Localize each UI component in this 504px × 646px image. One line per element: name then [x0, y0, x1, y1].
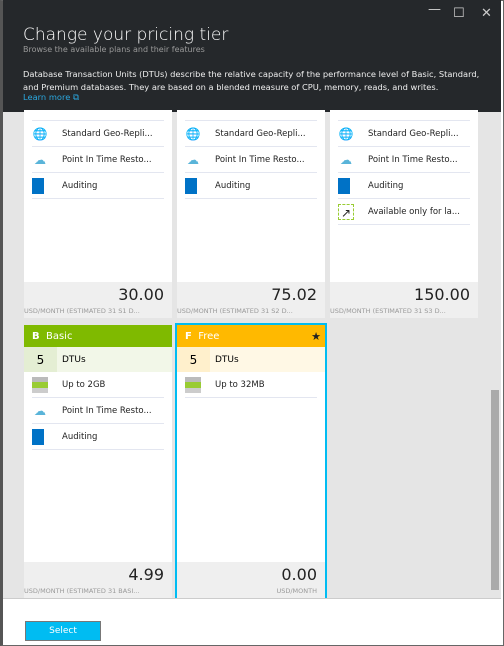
feature-restore: ☁ Point In Time Resto...: [32, 398, 164, 424]
globe-icon: 🌐: [32, 126, 48, 141]
cloud-restore-icon: ☁: [34, 152, 46, 167]
price-unit: USD/MONTH (ESTIMATED 31 S2 D...: [177, 307, 293, 315]
close-button[interactable]: ✕: [481, 6, 492, 21]
price-area: 30.00 USD/MONTH (ESTIMATED 31 S1 D...: [24, 282, 172, 318]
price-unit: USD/MONTH: [276, 587, 317, 595]
dtu-value: 5: [24, 347, 57, 372]
feature-row: ☁ Point In Time Resto...: [32, 147, 164, 173]
blade-header: — ☐ ✕ Change your pricing tier Browse th…: [3, 0, 501, 112]
card-header: F Free ★: [177, 325, 325, 347]
book-icon: [32, 428, 44, 445]
card-header: B Basic: [24, 325, 172, 347]
price-area: 75.02 USD/MONTH (ESTIMATED 31 S2 D...: [177, 282, 325, 318]
external-link-icon: ↗: [338, 203, 354, 220]
price-unit: USD/MONTH (ESTIMATED 31 S3 D...: [330, 307, 446, 315]
dtu-description: Database Transaction Units (DTUs) descri…: [23, 69, 480, 92]
price-unit: USD/MONTH (ESTIMATED 31 BASI...: [24, 587, 140, 595]
feature-row: Auditing: [338, 173, 470, 199]
feature-row: 🌐 Standard Geo-Repli...: [185, 121, 317, 147]
dtu-row: 5 DTUs: [24, 347, 172, 372]
storage-icon: [32, 376, 48, 393]
feature-row: Auditing: [32, 173, 164, 199]
cloud-restore-icon: ☁: [340, 152, 352, 167]
feature-row: Auditing: [185, 173, 317, 199]
page-subtitle: Browse the available plans and their fea…: [23, 45, 205, 54]
price-value: 75.02: [271, 285, 317, 304]
page-title: Change your pricing tier: [23, 25, 229, 45]
tier-letter: F: [185, 330, 192, 342]
book-icon: [185, 177, 197, 194]
price-area: 4.99 USD/MONTH (ESTIMATED 31 BASI...: [24, 562, 172, 598]
select-button[interactable]: Select: [25, 621, 101, 641]
feature-row: 🌐 Standard Geo-Repli...: [32, 121, 164, 147]
price-unit: USD/MONTH (ESTIMATED 31 S1 D...: [24, 307, 140, 315]
external-link-icon: ⧉: [72, 92, 79, 102]
feature-row: 🌐 Standard Geo-Repli...: [338, 121, 470, 147]
book-icon: [338, 177, 350, 194]
tier-name: Free: [198, 330, 220, 342]
pricing-tiers-area[interactable]: 🌐 Standard Geo-Repli... ☁ Point In Time Res…: [3, 110, 501, 600]
tier-card-free[interactable]: F Free ★ 5 DTUs Up to 32MB 0.00 USD/MONTH: [175, 323, 327, 600]
feature-auditing: Auditing: [32, 424, 164, 450]
tier-card-standard[interactable]: 🌐 Standard Geo-Repli... ☁ Point In Time Res…: [24, 110, 172, 318]
feature-row-partial: [32, 110, 164, 121]
tier-letter: B: [32, 330, 40, 342]
feature-row-partial: [338, 110, 470, 121]
dtu-row: 5 DTUs: [177, 347, 325, 372]
price-value: 0.00: [281, 565, 317, 584]
feature-row: ☁ Point In Time Resto...: [185, 147, 317, 173]
price-value: 4.99: [128, 565, 164, 584]
scrollbar-thumb[interactable]: [491, 390, 499, 590]
dtu-label: DTUs: [62, 354, 86, 365]
globe-icon: 🌐: [338, 126, 354, 141]
cloud-restore-icon: ☁: [34, 403, 46, 418]
minimize-button[interactable]: —: [428, 2, 441, 17]
learn-more-link[interactable]: Learn more ⧉: [23, 92, 79, 103]
feature-row: ↗ Available only for la...: [338, 199, 470, 225]
footer: Select: [3, 598, 501, 645]
tier-card-standard[interactable]: 🌐 Standard Geo-Repli... ☁ Point In Time Res…: [177, 110, 325, 318]
price-value: 150.00: [414, 285, 470, 304]
book-icon: [32, 177, 44, 194]
feature-row-partial: [185, 110, 317, 121]
star-icon[interactable]: ★: [311, 330, 321, 343]
maximize-button[interactable]: ☐: [453, 6, 465, 21]
feature-row: ☁ Point In Time Resto...: [338, 147, 470, 173]
storage-icon: [185, 376, 201, 393]
dtu-label: DTUs: [215, 354, 239, 365]
globe-icon: 🌐: [185, 126, 201, 141]
learn-more-text: Learn more: [23, 92, 71, 102]
tier-name: Basic: [45, 330, 73, 342]
tier-card-standard[interactable]: 🌐 Standard Geo-Repli... ☁ Point In Time Res…: [330, 110, 478, 318]
dtu-value: 5: [177, 347, 210, 372]
cloud-restore-icon: ☁: [187, 152, 199, 167]
feature-storage: Up to 2GB: [32, 372, 164, 398]
price-area: 0.00 USD/MONTH: [177, 562, 325, 598]
tier-card-basic[interactable]: B Basic 5 DTUs Up to 2GB ☁ Point In Time R…: [24, 325, 172, 598]
price-value: 30.00: [118, 285, 164, 304]
price-area: 150.00 USD/MONTH (ESTIMATED 31 S3 D...: [330, 282, 478, 318]
feature-storage: Up to 32MB: [185, 372, 317, 398]
